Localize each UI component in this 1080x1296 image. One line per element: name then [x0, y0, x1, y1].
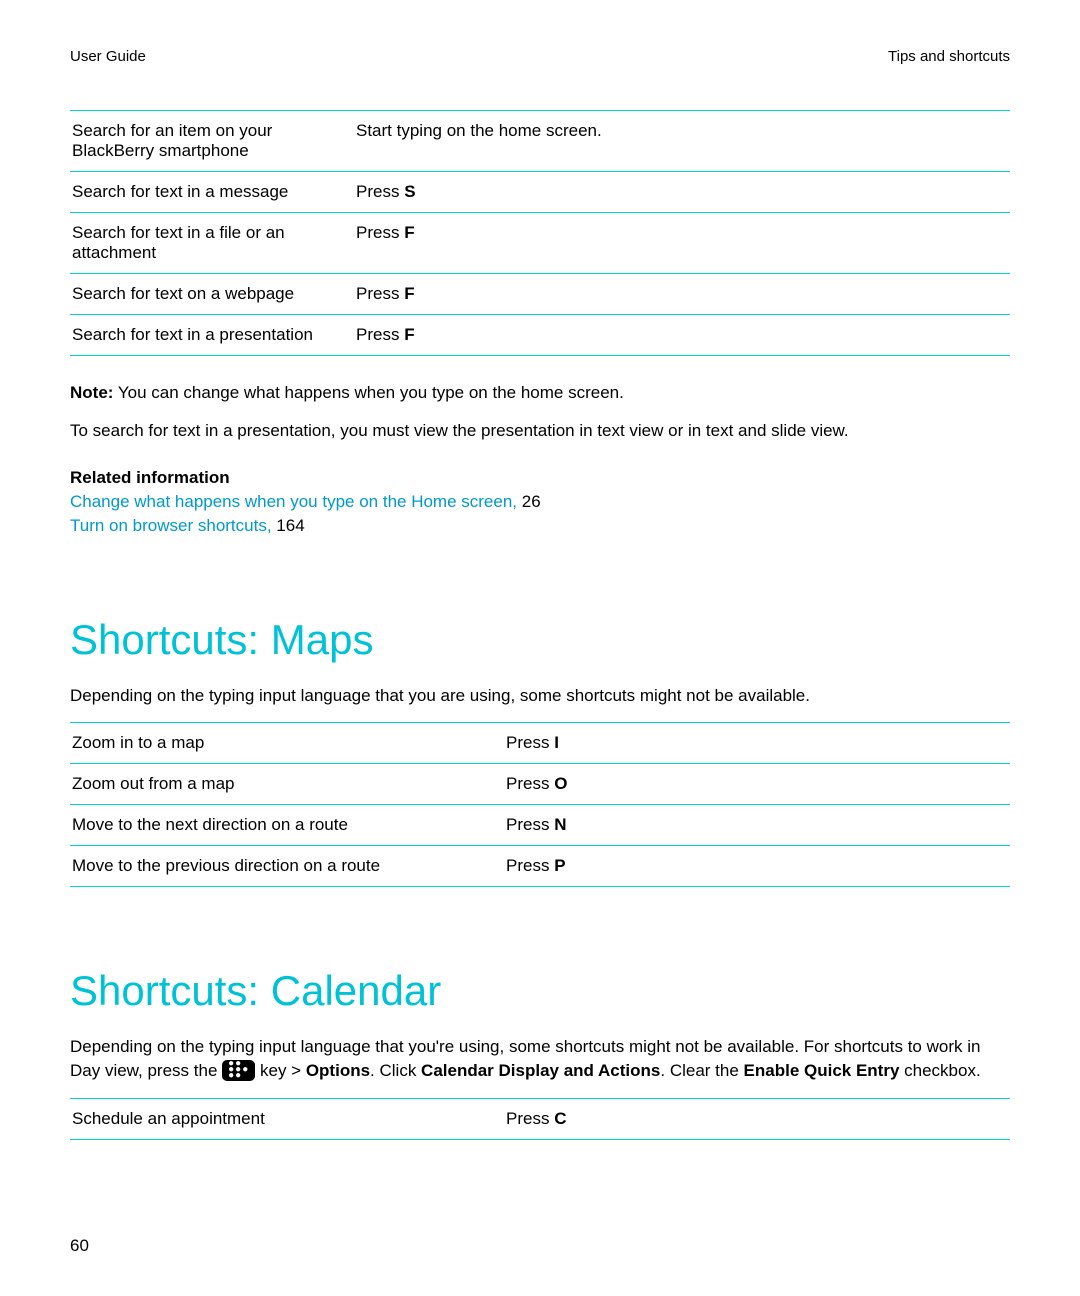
key-cell: Press S	[354, 172, 1010, 213]
table-row: Search for an item on your BlackBerry sm…	[70, 111, 1010, 172]
note-text: Note: You can change what happens when y…	[70, 381, 1010, 405]
blackberry-key-icon: ●●●●●●●	[222, 1060, 255, 1081]
header-left: User Guide	[70, 48, 146, 65]
related-heading: Related information	[70, 468, 1010, 488]
key-cell: Press F	[354, 213, 1010, 274]
related-link-line: Turn on browser shortcuts, 164	[70, 516, 1010, 536]
table-row: Move to the previous direction on a rout…	[70, 846, 1010, 887]
action-cell: Move to the previous direction on a rout…	[70, 846, 504, 887]
table-row: Zoom in to a map Press I	[70, 723, 1010, 764]
key-cell: Start typing on the home screen.	[354, 111, 1010, 172]
maps-heading: Shortcuts: Maps	[70, 616, 1010, 664]
related-link-line: Change what happens when you type on the…	[70, 492, 1010, 512]
related-link[interactable]: Change what happens when you type on the…	[70, 492, 517, 511]
key-cell: Press F	[354, 315, 1010, 356]
key-cell: Press N	[504, 805, 1010, 846]
key-cell: Press O	[504, 764, 1010, 805]
header-right: Tips and shortcuts	[888, 48, 1010, 65]
key-cell: Press C	[504, 1098, 1010, 1139]
action-cell: Search for an item on your BlackBerry sm…	[70, 111, 354, 172]
key-cell: Press P	[504, 846, 1010, 887]
action-cell: Zoom in to a map	[70, 723, 504, 764]
calendar-intro: Depending on the typing input language t…	[70, 1035, 1010, 1083]
maps-shortcuts-table: Zoom in to a map Press I Zoom out from a…	[70, 722, 1010, 887]
calendar-shortcuts-table: Schedule an appointment Press C	[70, 1098, 1010, 1140]
action-cell: Search for text in a message	[70, 172, 354, 213]
table-row: Search for text in a file or an attachme…	[70, 213, 1010, 274]
table-row: Zoom out from a map Press O	[70, 764, 1010, 805]
search-para: To search for text in a presentation, yo…	[70, 419, 1010, 443]
search-shortcuts-table: Search for an item on your BlackBerry sm…	[70, 110, 1010, 356]
table-row: Schedule an appointment Press C	[70, 1098, 1010, 1139]
related-link[interactable]: Turn on browser shortcuts,	[70, 516, 272, 535]
action-cell: Search for text on a webpage	[70, 274, 354, 315]
key-cell: Press I	[504, 723, 1010, 764]
page-number: 60	[70, 1236, 89, 1256]
table-row: Search for text in a presentation Press …	[70, 315, 1010, 356]
action-cell: Search for text in a file or an attachme…	[70, 213, 354, 274]
table-row: Search for text on a webpage Press F	[70, 274, 1010, 315]
key-cell: Press F	[354, 274, 1010, 315]
action-cell: Schedule an appointment	[70, 1098, 504, 1139]
action-cell: Move to the next direction on a route	[70, 805, 504, 846]
action-cell: Zoom out from a map	[70, 764, 504, 805]
table-row: Move to the next direction on a route Pr…	[70, 805, 1010, 846]
page-header: User Guide Tips and shortcuts	[70, 48, 1010, 65]
action-cell: Search for text in a presentation	[70, 315, 354, 356]
calendar-heading: Shortcuts: Calendar	[70, 967, 1010, 1015]
maps-intro: Depending on the typing input language t…	[70, 684, 1010, 708]
table-row: Search for text in a message Press S	[70, 172, 1010, 213]
